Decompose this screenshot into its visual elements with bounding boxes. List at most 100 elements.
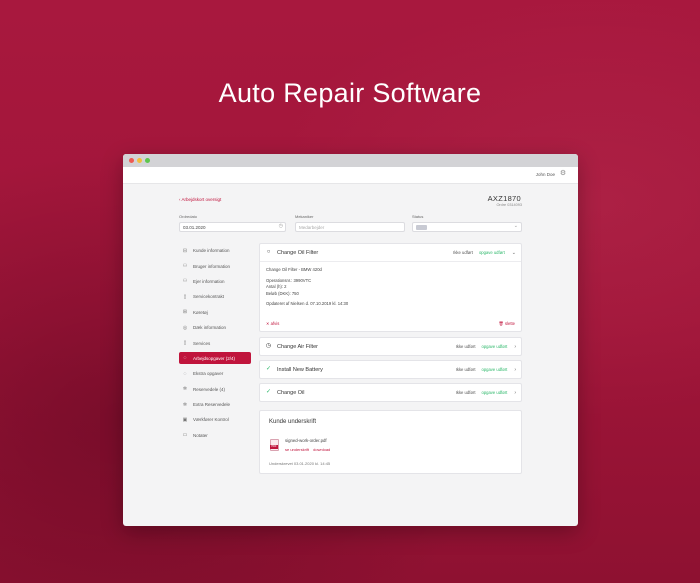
sidebar-item-label: Dæk information <box>193 325 227 331</box>
mechanic-field[interactable]: Medarbejder <box>295 222 405 232</box>
sidebar-item-kunde-information[interactable]: ⊟ Kunde information <box>179 243 251 258</box>
sidebar: ⊟ Kunde information ⚇ Bruger information… <box>179 243 251 443</box>
task-card-change-oil: ✓ Change Oil Ikke udført opgave udført › <box>259 383 522 402</box>
task-status-toggle[interactable]: Ikke udført <box>453 250 473 255</box>
sidebar-item-label: Services <box>193 340 211 346</box>
notes-icon: ▭ <box>182 432 188 439</box>
clock-icon: ◷ <box>265 343 272 349</box>
customer-signature-card: Kunde underskrift PDF signed-work-order.… <box>259 410 522 474</box>
sidebar-item-vaerkforer-kontrol[interactable]: ▣ Værkfører Kontrol <box>179 412 251 427</box>
pdf-file-icon[interactable]: PDF <box>270 439 279 451</box>
task-done-toggle[interactable]: opgave udført <box>481 344 507 349</box>
extra-parts-icon: ✲ <box>182 401 188 408</box>
sidebar-item-bruger-information[interactable]: ⚇ Bruger information <box>179 258 251 273</box>
close-window-button[interactable] <box>129 158 134 163</box>
sidebar-item-label: Køretøj <box>193 309 208 315</box>
task-detail-title: Change Oil Filter - BMW 420d <box>266 267 322 272</box>
file-links: se underskrift download <box>285 447 333 452</box>
check-circle-icon: ◌ <box>183 355 187 362</box>
vehicle-icon: ⊞ <box>182 309 188 316</box>
app-window: John Doe ⚙ ‹ Arbejdskort oversigt AXZ187… <box>123 154 578 526</box>
task-updated: Opdateret af Nielsen d. 07.10.2019 kl. 1… <box>266 301 349 307</box>
task-status-toggle[interactable]: Ikke udført <box>456 344 476 349</box>
signature-title: Kunde underskrift <box>269 419 317 425</box>
page-title: Auto Repair Software <box>218 78 482 108</box>
sidebar-item-reservedele[interactable]: ✲ Reservedele (4) <box>179 382 251 397</box>
sidebar-item-koretoj[interactable]: ⊞ Køretøj <box>179 305 251 320</box>
file-icon: ▯ <box>183 340 187 347</box>
mechanic-label: Mekaniker <box>295 214 314 219</box>
task-name: Change Oil Filter <box>277 249 319 256</box>
task-header[interactable]: ✓ Install New Battery Ikke udført opgave… <box>260 361 521 378</box>
date-value: 03.01.2020 <box>183 225 206 230</box>
sidebar-item-services[interactable]: ▯ Services <box>179 335 251 350</box>
minimize-window-button[interactable] <box>137 158 142 163</box>
sidebar-item-extra-reservedele[interactable]: ✲ Extra Reservedele <box>179 397 251 412</box>
pdf-tag: PDF <box>270 445 278 449</box>
check-circle-icon: ✓ <box>265 366 272 372</box>
parts-icon: ✲ <box>182 386 188 393</box>
task-done-toggle[interactable]: opgave udført <box>479 250 505 255</box>
sidebar-item-label: Arbejdsopgaver (2/4) <box>193 355 236 361</box>
task-name: Install New Battery <box>277 366 323 373</box>
order-number: AXZ1870 <box>487 194 521 203</box>
back-link[interactable]: ‹ Arbejdskort oversigt <box>179 197 221 202</box>
app-header: John Doe ⚙ <box>123 167 578 184</box>
sidebar-item-label: Reservedele (4) <box>193 386 226 392</box>
file-name[interactable]: signed-work-order.pdf <box>285 438 327 443</box>
sidebar-item-ekstra-opgaver[interactable]: ◌ Ekstra opgaver <box>179 366 251 381</box>
mechanic-placeholder: Medarbejder <box>299 225 325 230</box>
task-status-toggle[interactable]: Ikke udført <box>456 367 476 372</box>
chevron-right-icon[interactable]: › <box>514 344 516 350</box>
sidebar-item-label: Værkfører Kontrol <box>193 417 229 423</box>
task-header[interactable]: ○ Change Oil Filter Ikke udført opgave u… <box>260 244 521 261</box>
status-select[interactable]: ⌄ <box>412 222 522 232</box>
sidebar-item-ejer-information[interactable]: ⚇ Ejer information <box>179 274 251 289</box>
calendar-icon[interactable]: ◷ <box>279 224 283 229</box>
view-signature-link[interactable]: se underskrift <box>285 447 309 452</box>
sidebar-item-label: Notater <box>193 432 208 438</box>
sidebar-item-notater[interactable]: ▭ Notater <box>179 428 251 443</box>
sidebar-item-label: Ejer information <box>193 278 225 284</box>
sidebar-item-arbejdsopgaver[interactable]: ◌ Arbejdsopgaver (2/4) <box>179 352 251 365</box>
task-header[interactable]: ✓ Change Oil Ikke udført opgave udført › <box>260 384 521 401</box>
task-done-toggle[interactable]: opgave udført <box>481 367 507 372</box>
lock-icon: ▣ <box>182 416 188 423</box>
download-link[interactable]: download <box>313 447 330 452</box>
circle-icon: ○ <box>266 249 271 255</box>
maximize-window-button[interactable] <box>145 158 150 163</box>
owner-icon: ⚇ <box>182 278 188 285</box>
chevron-right-icon[interactable]: › <box>514 390 516 396</box>
extra-task-icon: ◌ <box>183 370 187 377</box>
task-card-install-new-battery: ✓ Install New Battery Ikke udført opgave… <box>259 360 522 379</box>
status-label: Status <box>412 214 424 219</box>
date-label: Ordredato <box>179 214 198 219</box>
order-subtitle: Ordre 0314093 <box>496 203 522 207</box>
task-done-toggle[interactable]: opgave udført <box>481 390 507 395</box>
date-field[interactable]: 03.01.2020 ◷ <box>179 222 286 232</box>
task-card-change-oil-filter: ○ Change Oil Filter Ikke udført opgave u… <box>259 243 522 332</box>
user-name[interactable]: John Doe <box>536 172 555 177</box>
status-pill <box>416 225 427 231</box>
sidebar-item-servicekontrakt[interactable]: ▯ Servicekontrakt <box>179 289 251 304</box>
sidebar-item-label: Servicekontrakt <box>193 294 225 300</box>
chevron-right-icon[interactable]: › <box>514 367 516 373</box>
window-titlebar <box>123 154 578 167</box>
delete-button[interactable]: 🗑 slette <box>499 321 516 328</box>
task-amount: Beløb (DKK): 750 <box>266 290 299 296</box>
chevron-down-icon[interactable]: ⌄ <box>512 250 516 256</box>
task-status-toggle[interactable]: Ikke udført <box>456 390 476 395</box>
tire-icon: ◎ <box>182 324 188 331</box>
user-icon: ⚇ <box>182 263 188 270</box>
gear-icon[interactable]: ⚙ <box>559 170 567 178</box>
task-actions: ✕ afvis 🗑 slette <box>266 321 515 327</box>
sidebar-item-daek-information[interactable]: ◎ Dæk information <box>179 320 251 335</box>
sidebar-item-label: Bruger information <box>193 263 231 269</box>
task-name: Change Oil <box>277 389 305 396</box>
sidebar-item-label: Ekstra opgaver <box>193 371 224 377</box>
reject-button[interactable]: ✕ afvis <box>266 321 279 328</box>
task-header[interactable]: ◷ Change Air Filter Ikke udført opgave u… <box>260 338 521 355</box>
task-quantity: Antal (h): 2 <box>266 284 287 290</box>
task-operation: Operationsnr.: 3990VTC <box>266 277 312 283</box>
signed-at: Underskrevet 03.01.2020 kl. 14:45 <box>269 461 331 466</box>
